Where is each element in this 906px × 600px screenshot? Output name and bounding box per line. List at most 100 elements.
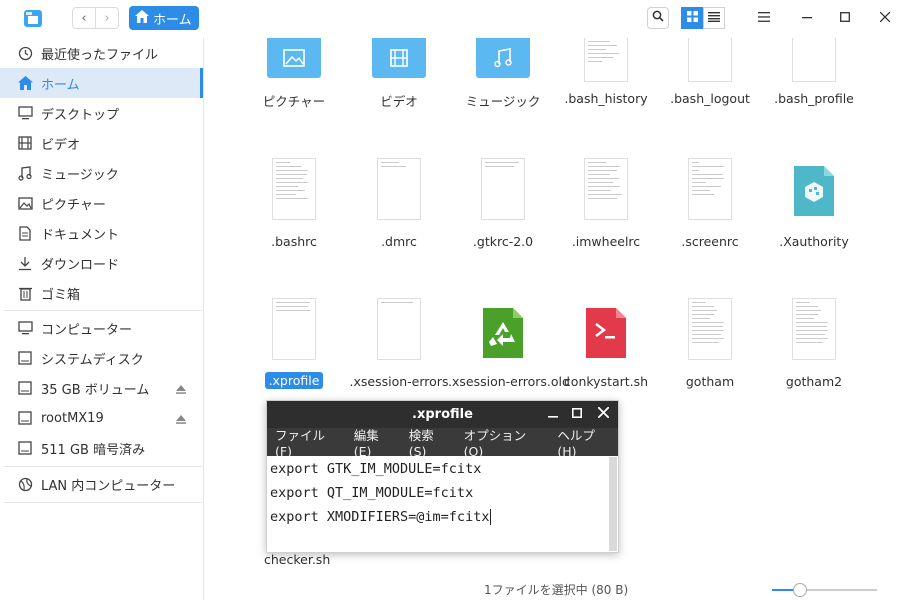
- file-manager-titlebar: ‹ › ホーム: [0, 0, 906, 38]
- search-icon: [652, 10, 664, 26]
- editor-scrollbar[interactable]: [609, 457, 617, 551]
- sidebar-item-label: ダウンロード: [41, 257, 120, 273]
- file-name: .dmrc: [381, 234, 417, 249]
- document-icon: [16, 224, 34, 242]
- file-item-xsession-errors[interactable]: .xsession-errors: [344, 298, 454, 393]
- forward-button[interactable]: ›: [95, 7, 119, 29]
- zoom-slider-knob[interactable]: [793, 583, 808, 597]
- file-item-imwheelrc[interactable]: .imwheelrc: [551, 158, 661, 253]
- chevron-right-icon: ›: [104, 10, 110, 26]
- file-name: .xsession-errors: [349, 374, 449, 389]
- status-bar: 1ファイルを選択中 (80 B): [204, 578, 906, 600]
- video-folder-icon: [372, 38, 426, 78]
- desktop-icon: [16, 104, 34, 122]
- sidebar-item-label: デスクトップ: [41, 107, 120, 123]
- sidebar-item-music[interactable]: ミュージック: [0, 158, 203, 188]
- minimize-button[interactable]: [795, 7, 819, 29]
- file-item-bashrc[interactable]: .bashrc: [239, 158, 349, 253]
- sidebar-item-videos[interactable]: ビデオ: [0, 128, 203, 158]
- disk-icon: [16, 379, 34, 397]
- file-item-xsession-errors-old[interactable]: .xsession-errors.old: [448, 298, 570, 393]
- sidebar-item-downloads[interactable]: ダウンロード: [0, 248, 203, 278]
- music-note-icon: [16, 164, 34, 182]
- file-item-dmrc[interactable]: .dmrc: [344, 158, 454, 253]
- sidebar-item-computer[interactable]: コンピューター: [0, 313, 203, 343]
- editor-close-button[interactable]: [594, 405, 612, 423]
- editor-line: export GTK_IM_MODULE=fcitx: [270, 461, 482, 477]
- shell-script-icon: [584, 306, 628, 363]
- file-item-gtkrc[interactable]: .gtkrc-2.0: [448, 158, 558, 253]
- sidebar-item-label: 35 GB ボリューム: [41, 382, 150, 398]
- minimize-icon: [548, 407, 558, 422]
- file-item-videos[interactable]: ビデオ: [344, 38, 454, 118]
- editor-titlebar[interactable]: .xprofile: [267, 401, 618, 428]
- sidebar-item-system-disk[interactable]: システムディスク: [0, 343, 203, 373]
- sidebar-item-desktop[interactable]: デスクトップ: [0, 98, 203, 128]
- disk-icon: [16, 349, 34, 367]
- sidebar-item-pictures[interactable]: ピクチャー: [0, 188, 203, 218]
- editor-minimize-button[interactable]: [544, 405, 562, 423]
- file-name: gotham2: [785, 374, 843, 389]
- sidebar-item-label: 最近使ったファイル: [41, 47, 159, 63]
- file-item-conkystart[interactable]: conkystart.sh: [551, 298, 661, 393]
- sidebar-item-encrypted-511gb[interactable]: 511 GB 暗号済み: [0, 433, 203, 463]
- recycle-file-icon: [481, 306, 525, 363]
- sidebar-item-label: ピクチャー: [41, 197, 106, 213]
- sidebar-item-trash[interactable]: ゴミ箱: [0, 278, 203, 308]
- view-mode-toggle: [681, 7, 725, 29]
- file-item-music[interactable]: ミュージック: [448, 38, 558, 118]
- file-item-gotham2[interactable]: gotham2: [759, 298, 869, 393]
- menu-options[interactable]: オプション(O): [464, 425, 545, 459]
- file-name: conkystart.sh: [563, 374, 649, 389]
- text-file-icon: [377, 158, 421, 220]
- trash-icon: [16, 284, 34, 302]
- sidebar-item-label: LAN 内コンピューター: [41, 478, 176, 494]
- sidebar-item-documents[interactable]: ドキュメント: [0, 218, 203, 248]
- file-item-bash-logout[interactable]: .bash_logout: [655, 38, 765, 118]
- file-name: .xsession-errors.old: [448, 374, 570, 389]
- menu-help[interactable]: ヘルプ(H): [557, 425, 613, 459]
- eject-icon[interactable]: [176, 383, 186, 398]
- main-menu-button[interactable]: [752, 7, 776, 29]
- file-item-xauthority[interactable]: .Xauthority: [759, 158, 869, 253]
- sidebar-item-label: rootMX19: [41, 410, 104, 426]
- music-folder-icon: [476, 38, 530, 78]
- file-item-bash-history[interactable]: .bash_history: [551, 38, 661, 118]
- menu-file[interactable]: ファイル(F): [275, 425, 341, 459]
- sidebar-divider: [4, 502, 202, 503]
- list-view-button[interactable]: [703, 7, 725, 29]
- text-file-icon: [792, 38, 836, 82]
- sidebar-item-volume-35gb[interactable]: 35 GB ボリューム: [0, 373, 203, 403]
- file-item-xprofile[interactable]: .xprofile: [239, 298, 349, 393]
- text-file-icon: [377, 298, 421, 360]
- sidebar-item-lan-computers[interactable]: LAN 内コンピューター: [0, 469, 203, 499]
- text-file-icon: [481, 158, 525, 220]
- sidebar-item-home[interactable]: ホーム: [0, 68, 203, 98]
- sidebar-item-recent[interactable]: 最近使ったファイル: [0, 38, 203, 68]
- file-name: ミュージック: [465, 94, 541, 109]
- file-item-checker[interactable]: checker.sh: [264, 552, 330, 567]
- close-button[interactable]: [873, 7, 897, 29]
- editor-text-area[interactable]: export GTK_IM_MODULE=fcitx export QT_IM_…: [267, 456, 608, 551]
- film-icon: [16, 134, 34, 152]
- file-item-bash-profile[interactable]: .bash_profile: [759, 38, 869, 118]
- chevron-left-icon: ‹: [81, 10, 87, 26]
- zoom-slider[interactable]: [772, 583, 877, 597]
- editor-maximize-button[interactable]: [568, 405, 586, 423]
- menu-edit[interactable]: 編集(E): [354, 425, 396, 459]
- sidebar-item-label: ゴミ箱: [41, 287, 81, 303]
- search-button[interactable]: [647, 7, 669, 29]
- sidebar-item-rootmx19[interactable]: rootMX19: [0, 403, 203, 433]
- back-button[interactable]: ‹: [72, 7, 96, 29]
- eject-icon[interactable]: [176, 413, 186, 428]
- file-item-pictures[interactable]: ピクチャー: [239, 38, 349, 118]
- icon-view-button[interactable]: [681, 7, 703, 29]
- file-item-screenrc[interactable]: .screenrc: [655, 158, 765, 253]
- file-item-gotham[interactable]: gotham: [655, 298, 765, 393]
- sidebar-divider: [4, 466, 202, 467]
- binary-file-icon: [792, 164, 836, 221]
- picture-folder-icon: [267, 38, 321, 78]
- maximize-button[interactable]: [833, 7, 857, 29]
- breadcrumb-home[interactable]: ホーム: [129, 6, 199, 30]
- menu-search[interactable]: 検索(S): [409, 425, 451, 459]
